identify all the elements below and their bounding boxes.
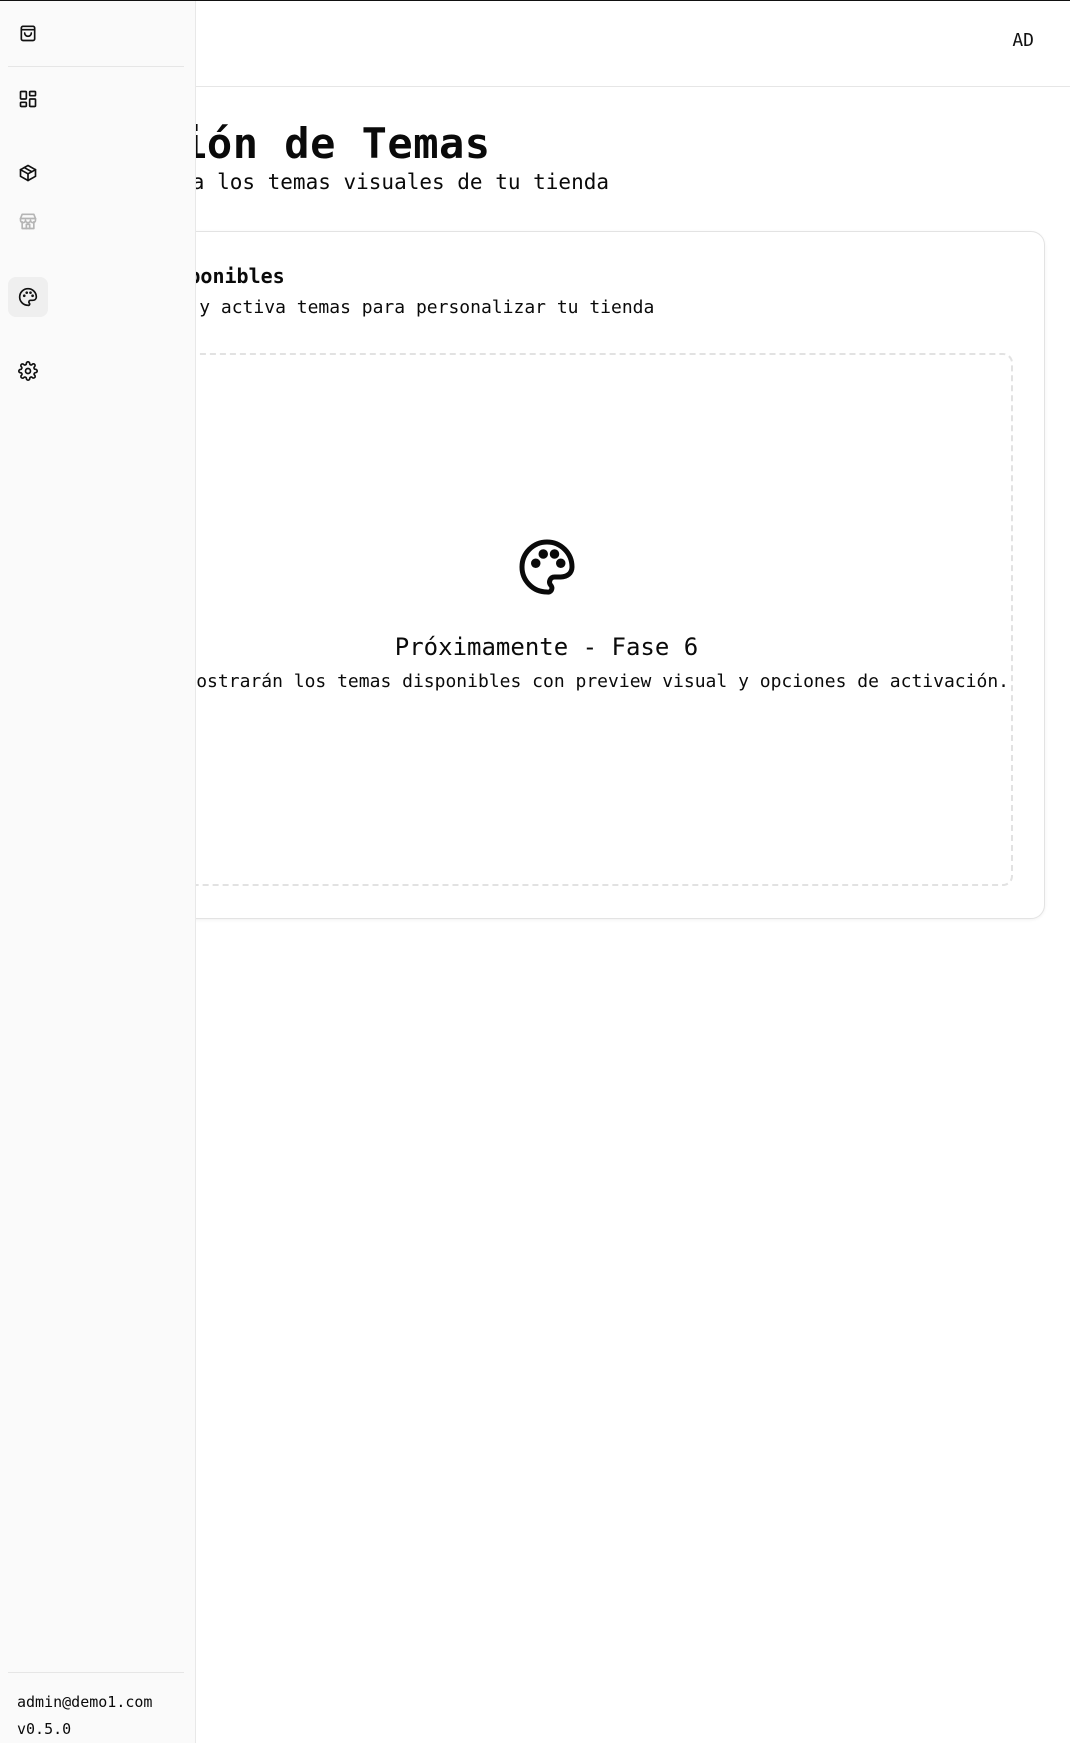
empty-state-description: Aquí se mostrarán los temas disponibles … [98,671,1009,692]
empty-state-box: Próximamente - Fase 6 Aquí se mostrarán … [80,353,1013,886]
settings-gear-icon [18,361,38,381]
shopping-bag-icon [20,25,36,42]
store-icon [19,213,37,230]
sidebar-item-themes[interactable] [8,277,48,317]
sidebar-footer-divider [8,1672,184,1673]
user-email: admin@demo1.com [17,1693,153,1711]
app-window: AD Gestión de Temas Administra los temas… [0,0,1070,1743]
sidebar-item-store[interactable] [8,201,48,241]
package-icon [19,164,37,182]
palette-icon [519,539,574,595]
sidebar-item-products[interactable] [8,153,48,193]
app-version: v0.5.0 [17,1720,72,1738]
sidebar-item-shop[interactable] [8,13,48,53]
user-avatar[interactable]: AD [1012,30,1034,51]
sidebar-item-settings[interactable] [8,351,48,391]
dashboard-icon [19,90,37,108]
sidebar-item-dashboard[interactable] [8,79,48,119]
sidebar-footer: admin@demo1.com v0.5.0 [17,1689,152,1743]
sidebar: admin@demo1.com v0.5.0 [0,1,196,1743]
sidebar-divider [8,66,184,67]
palette-icon [18,287,38,307]
empty-state-title: Próximamente - Fase 6 [394,633,699,661]
